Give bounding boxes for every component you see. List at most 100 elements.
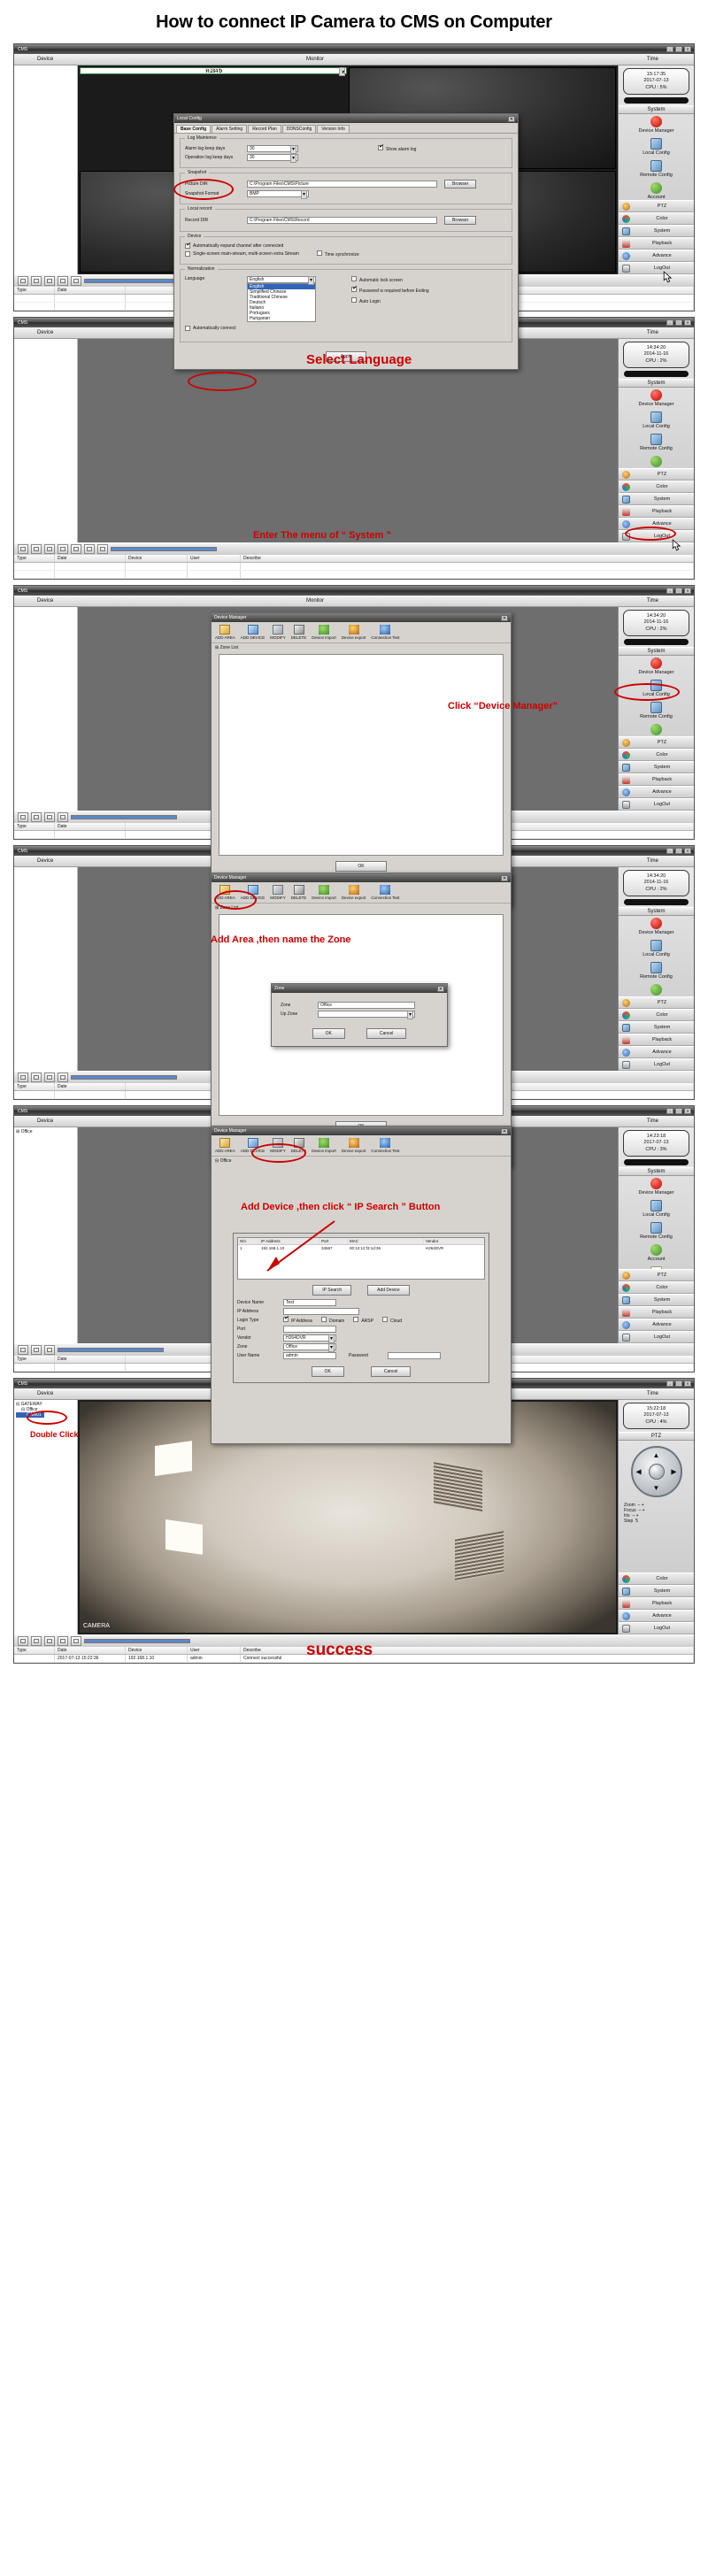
device-tree[interactable] xyxy=(14,867,78,1071)
maximize-button[interactable]: □ xyxy=(675,1108,682,1114)
ip-address-input[interactable] xyxy=(283,1308,359,1315)
rail-button-color[interactable]: Color xyxy=(619,749,694,761)
record-browse-button[interactable]: Browser xyxy=(444,216,477,225)
window-controls[interactable]: – □ ✕ xyxy=(666,848,694,854)
field-alarm-log-days[interactable]: Alarm log keep days 30 Show alarm log xyxy=(185,143,507,154)
lang-option[interactable]: Hungarian xyxy=(248,316,315,321)
field-picture-dir[interactable]: Picture DIR C:\Program Files\CMS\Picture… xyxy=(185,180,507,188)
tab-version-info[interactable]: Version Info xyxy=(317,125,350,133)
menu-device[interactable]: Device xyxy=(14,57,53,62)
field-zone[interactable]: Zone Office xyxy=(237,1343,485,1352)
window-controls[interactable]: – □ ✕ xyxy=(666,46,694,52)
rail-button-logout[interactable]: LogOut xyxy=(619,798,694,811)
layout-16-button[interactable] xyxy=(58,276,68,286)
field-snapshot-format[interactable]: Snapshot Format BMP xyxy=(185,190,507,199)
sidebar-item-remote-config[interactable]: Remote Config xyxy=(619,1220,694,1242)
layout-9-button[interactable] xyxy=(44,544,55,554)
layout-9-button[interactable] xyxy=(44,276,55,286)
menu-monitor[interactable]: Monitor xyxy=(306,57,324,62)
rail-button-advance[interactable]: Advance xyxy=(619,1610,694,1622)
close-icon[interactable]: ✕ xyxy=(501,614,508,621)
menu-device[interactable]: Device xyxy=(14,858,53,864)
modify-button[interactable]: MODIFY xyxy=(270,1138,286,1153)
device-name-input[interactable]: Test xyxy=(283,1299,336,1306)
password-exit-checkbox[interactable] xyxy=(351,285,357,292)
menu-time[interactable]: Time xyxy=(647,57,658,62)
record-dir-input[interactable]: C:\Program Files\CMS\Record xyxy=(247,217,437,224)
ptz-left-icon[interactable]: ◀ xyxy=(636,1468,642,1476)
radio-icon[interactable] xyxy=(321,1317,327,1322)
connection-test-button[interactable]: Connection Test xyxy=(371,1138,400,1153)
rail-button-logout[interactable]: LogOut xyxy=(619,1622,694,1634)
cancel-button[interactable]: Cancel xyxy=(370,1366,412,1377)
rail-button-playback[interactable]: Playback xyxy=(619,1597,694,1610)
connection-test-button[interactable]: Connection Test xyxy=(371,625,400,640)
close-icon[interactable]: ✕ xyxy=(501,874,508,881)
add-device-button[interactable]: ADD DEVICE xyxy=(241,625,265,640)
device-import-button[interactable]: Device import xyxy=(312,885,336,900)
menu-device[interactable]: Device xyxy=(14,1119,53,1124)
layout-16-button[interactable] xyxy=(58,1073,68,1082)
volume-slider[interactable] xyxy=(84,1639,190,1643)
delete-button[interactable]: DELETE xyxy=(291,885,306,900)
table-row[interactable] xyxy=(14,571,694,579)
zone-list-root[interactable]: ⊞ Zone List xyxy=(212,904,511,912)
tree-expander-icon[interactable]: ⊟ xyxy=(215,1158,219,1164)
auto-expand-checkbox[interactable] xyxy=(185,242,190,249)
rail-button-ptz[interactable]: PTZ xyxy=(619,996,694,1009)
device-manager-toolbar[interactable]: ADD AREA ADD DEVICE MODIFY DELETE Device… xyxy=(212,882,511,904)
close-button[interactable]: ✕ xyxy=(684,848,691,854)
menu-time[interactable]: Time xyxy=(647,858,658,864)
fullscreen-button[interactable] xyxy=(97,544,108,554)
radio-ip-address[interactable]: IP Address xyxy=(283,1315,312,1324)
rail-button-color[interactable]: Color xyxy=(619,212,694,225)
language-select[interactable]: English xyxy=(247,276,316,285)
ok-button[interactable]: OK xyxy=(311,1366,344,1377)
rail-button-advance[interactable]: Advance xyxy=(619,250,694,262)
modify-button[interactable]: MODIFY xyxy=(270,885,286,900)
field-language[interactable]: Language English English Simplified Chin… xyxy=(185,276,507,322)
field-record-dir[interactable]: Record DIR C:\Program Files\CMS\Record B… xyxy=(185,216,507,225)
tab-record-plan[interactable]: Record Plan xyxy=(248,125,281,133)
radio-domain[interactable]: Domain xyxy=(321,1317,344,1324)
local-config-dialog[interactable]: Local Config ✕ Base Config Alarm Setting… xyxy=(173,113,519,370)
tab-base-config[interactable]: Base Config xyxy=(176,125,212,133)
ok-button[interactable]: OK xyxy=(335,861,387,872)
radio-arsp[interactable]: ARSP xyxy=(353,1317,373,1324)
tree-item-office[interactable]: ⊟ Office xyxy=(16,1407,75,1412)
minimize-button[interactable]: – xyxy=(666,46,673,52)
field-login-type[interactable]: Login Type IP Address Domain ARSP Cloud xyxy=(237,1315,485,1324)
minimize-button[interactable]: – xyxy=(666,588,673,594)
ptz-right-icon[interactable]: ▶ xyxy=(671,1468,676,1476)
rail-button-ptz[interactable]: PTZ xyxy=(619,200,694,212)
up-zone-select[interactable] xyxy=(318,1011,415,1019)
delete-button[interactable]: DELETE xyxy=(291,625,306,640)
close-button[interactable]: ✕ xyxy=(684,319,691,326)
password-input[interactable] xyxy=(388,1352,441,1359)
device-import-button[interactable]: Device import xyxy=(312,1138,336,1153)
alarm-log-days-select[interactable]: 30 xyxy=(247,145,298,154)
device-manager-toolbar[interactable]: ADD AREA ADD DEVICE MODIFY DELETE Device… xyxy=(212,1135,511,1157)
dialog-tabs[interactable]: Base Config Alarm Setting Record Plan DD… xyxy=(174,123,518,134)
device-manager-dialog[interactable]: Device Manager ✕ ADD AREA ADD DEVICE MOD… xyxy=(211,612,512,906)
ptz-down-icon[interactable]: ▼ xyxy=(653,1484,660,1492)
tab-alarm-setting[interactable]: Alarm Setting xyxy=(212,125,248,133)
minimize-button[interactable]: – xyxy=(666,848,673,854)
connection-test-button[interactable]: Connection Test xyxy=(371,885,400,900)
picture-dir-input[interactable]: C:\Program Files\CMS\Picture xyxy=(247,181,437,188)
field-port[interactable]: Port xyxy=(237,1326,485,1333)
radio-icon[interactable] xyxy=(283,1315,289,1322)
device-tree[interactable] xyxy=(14,607,78,811)
device-manager-toolbar[interactable]: ADD AREA ADD DEVICE MODIFY DELETE Device… xyxy=(212,622,511,643)
sidebar-item-remote-config[interactable]: Remote Config xyxy=(619,960,694,982)
device-import-button[interactable]: Device import xyxy=(312,625,336,640)
volume-slider[interactable] xyxy=(71,1075,177,1080)
sidebar-item-device-manager[interactable]: Device Manager xyxy=(619,388,694,410)
layout-4-button[interactable] xyxy=(31,1073,42,1082)
single-screen-checkbox[interactable] xyxy=(185,251,190,257)
layout-4-button[interactable] xyxy=(31,812,42,822)
layout-16-button[interactable] xyxy=(58,544,68,554)
close-icon[interactable]: ✕ xyxy=(508,115,515,122)
device-manager-dialog[interactable]: Device Manager ✕ ADD AREA ADD DEVICE MOD… xyxy=(211,1126,512,1444)
window-controls[interactable]: – □ ✕ xyxy=(666,588,694,594)
